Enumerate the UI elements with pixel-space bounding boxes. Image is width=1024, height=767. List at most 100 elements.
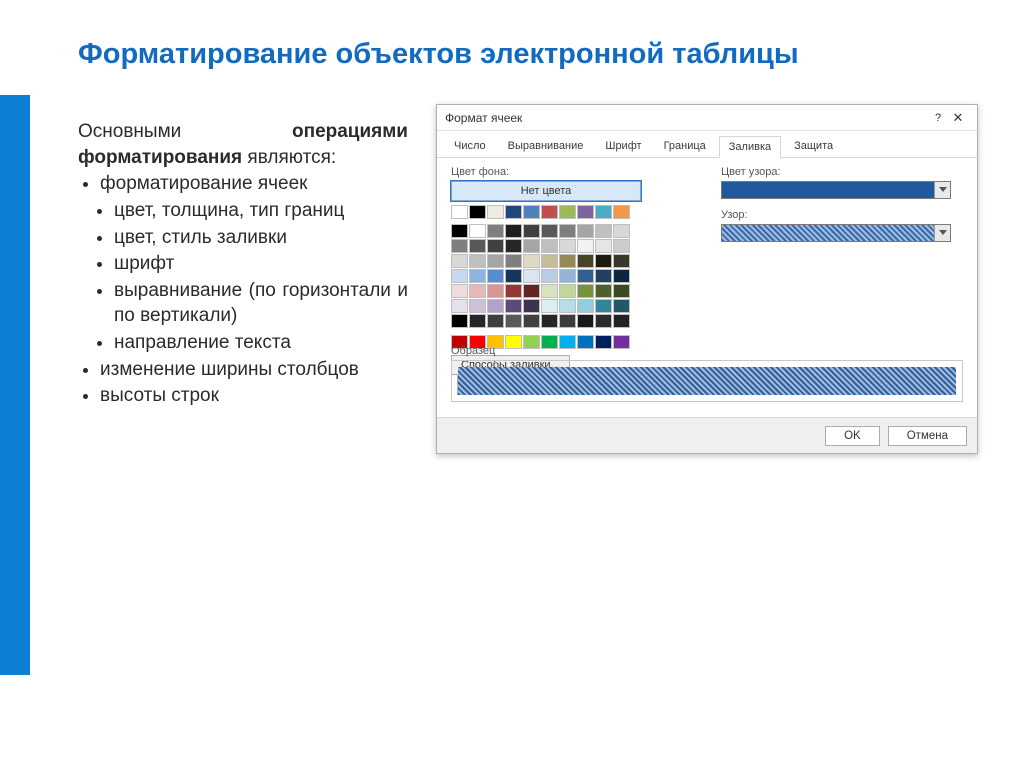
color-swatch[interactable] [595,254,612,268]
color-swatch[interactable] [595,239,612,253]
color-swatch[interactable] [541,224,558,238]
color-swatch[interactable] [469,269,486,283]
color-swatch[interactable] [487,224,504,238]
slide-text: Основными операциями форматирования явля… [78,119,408,409]
color-swatch[interactable] [577,284,594,298]
color-swatch[interactable] [451,254,468,268]
chevron-down-icon[interactable] [934,225,950,241]
tab-граница[interactable]: Граница [655,136,715,157]
tab-заливка[interactable]: Заливка [719,136,781,158]
color-swatch[interactable] [577,239,594,253]
color-swatch[interactable] [577,205,594,219]
color-swatch[interactable] [577,314,594,328]
pattern-color-dropdown[interactable] [721,181,951,199]
color-swatch[interactable] [613,314,630,328]
close-icon[interactable]: ✕ [947,110,969,126]
color-swatch[interactable] [451,299,468,313]
color-swatch[interactable] [595,269,612,283]
label-pattern-color: Цвет узора: [721,166,963,178]
dialog-title: Формат ячеек [445,111,929,125]
cancel-button[interactable]: Отмена [888,426,967,446]
color-swatch[interactable] [487,314,504,328]
color-swatch[interactable] [595,224,612,238]
tab-защита[interactable]: Защита [785,136,842,157]
color-swatch[interactable] [487,239,504,253]
color-swatch[interactable] [613,269,630,283]
pattern-dropdown[interactable] [721,224,951,242]
color-swatch[interactable] [469,284,486,298]
color-swatch[interactable] [451,205,468,219]
color-swatch[interactable] [559,239,576,253]
dialog-titlebar[interactable]: Формат ячеек ? ✕ [437,105,977,131]
color-swatch[interactable] [541,239,558,253]
color-swatch[interactable] [613,239,630,253]
color-swatch[interactable] [469,224,486,238]
color-swatch[interactable] [469,299,486,313]
color-swatch[interactable] [469,205,486,219]
color-swatch[interactable] [613,299,630,313]
tab-число[interactable]: Число [445,136,495,157]
color-swatch[interactable] [487,254,504,268]
help-icon[interactable]: ? [929,112,947,124]
color-swatch[interactable] [559,314,576,328]
color-swatch[interactable] [577,224,594,238]
color-swatch[interactable] [469,239,486,253]
color-swatch[interactable] [541,205,558,219]
color-swatch[interactable] [541,314,558,328]
tab-шрифт[interactable]: Шрифт [596,136,650,157]
color-swatch[interactable] [505,254,522,268]
color-swatch[interactable] [523,224,540,238]
color-swatch[interactable] [559,299,576,313]
color-swatch[interactable] [559,224,576,238]
color-swatch[interactable] [451,284,468,298]
color-swatch[interactable] [577,299,594,313]
color-swatch[interactable] [469,314,486,328]
color-swatch[interactable] [505,269,522,283]
color-swatch[interactable] [595,314,612,328]
color-swatch[interactable] [469,254,486,268]
color-swatch[interactable] [451,269,468,283]
no-color-button[interactable]: Нет цвета [451,181,641,201]
color-swatch[interactable] [559,284,576,298]
color-swatch[interactable] [613,205,630,219]
color-swatch[interactable] [541,299,558,313]
color-swatch[interactable] [451,224,468,238]
color-swatch[interactable] [505,239,522,253]
color-swatch[interactable] [523,254,540,268]
color-swatch[interactable] [523,284,540,298]
color-swatch[interactable] [577,254,594,268]
color-swatch[interactable] [595,284,612,298]
color-swatch[interactable] [487,269,504,283]
color-swatch[interactable] [559,205,576,219]
color-swatch[interactable] [523,205,540,219]
color-swatch[interactable] [577,269,594,283]
color-swatch[interactable] [613,224,630,238]
color-swatch[interactable] [541,254,558,268]
color-swatch[interactable] [595,299,612,313]
color-swatch[interactable] [595,205,612,219]
color-swatch[interactable] [523,269,540,283]
tab-выравнивание[interactable]: Выравнивание [499,136,593,157]
color-swatch[interactable] [505,284,522,298]
color-swatch[interactable] [559,254,576,268]
color-swatch[interactable] [559,269,576,283]
color-swatch[interactable] [505,205,522,219]
color-swatch[interactable] [451,239,468,253]
color-swatch[interactable] [523,314,540,328]
color-swatch[interactable] [613,284,630,298]
color-swatch[interactable] [613,254,630,268]
color-swatch[interactable] [541,269,558,283]
color-swatch[interactable] [523,239,540,253]
color-swatch[interactable] [541,284,558,298]
chevron-down-icon[interactable] [934,182,950,198]
color-swatch[interactable] [487,284,504,298]
color-swatch[interactable] [505,224,522,238]
label-bg-color: Цвет фона: [451,166,671,178]
color-swatch[interactable] [505,299,522,313]
color-swatch[interactable] [523,299,540,313]
color-swatch[interactable] [487,299,504,313]
color-swatch[interactable] [505,314,522,328]
ok-button[interactable]: OK [825,426,880,446]
color-swatch[interactable] [487,205,504,219]
color-swatch[interactable] [451,314,468,328]
